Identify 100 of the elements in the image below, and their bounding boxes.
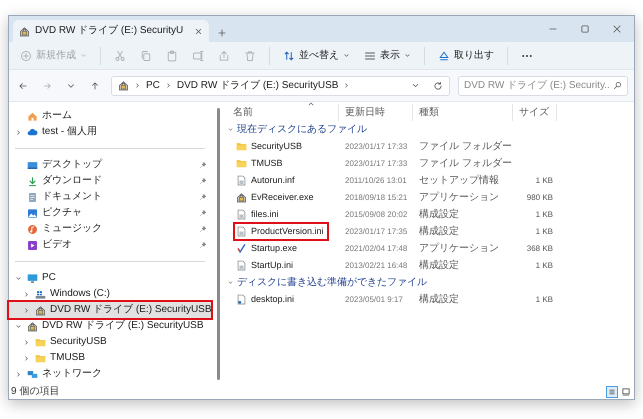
file-name[interactable]: Autorun.inf bbox=[235, 173, 298, 188]
nav-item[interactable]: ビデオ bbox=[9, 237, 211, 253]
file-name[interactable]: ProductVersion.ini bbox=[235, 224, 327, 239]
address-field[interactable]: PC DVD RW ドライブ (E:) SecurityUSB bbox=[111, 76, 450, 96]
file-date: 2023/01/17 17:35 bbox=[344, 226, 408, 238]
group-header[interactable]: 現在ディスクにあるファイル bbox=[227, 121, 634, 138]
file-size: 1 KB bbox=[534, 174, 554, 186]
nav-item[interactable]: ホーム bbox=[9, 108, 211, 124]
column-header[interactable]: 更新日時 bbox=[339, 104, 413, 121]
file-type: 構成設定 bbox=[418, 292, 460, 306]
up-arrow-icon bbox=[90, 80, 100, 90]
file-type: 構成設定 bbox=[418, 258, 460, 272]
folder-icon bbox=[35, 352, 46, 364]
list-icon bbox=[364, 50, 376, 62]
monitor-icon bbox=[27, 272, 38, 284]
close-button[interactable] bbox=[612, 24, 622, 34]
view-button[interactable]: 表示 bbox=[359, 44, 416, 66]
desktop-icon bbox=[27, 160, 38, 170]
caret-icon bbox=[80, 52, 87, 59]
search-icon bbox=[613, 81, 622, 90]
file-date: 2011/10/26 13:01 bbox=[344, 174, 408, 186]
nav-item[interactable]: ネットワーク bbox=[9, 366, 211, 382]
group-header[interactable]: ディスクに書き込む準備ができたファイル bbox=[227, 274, 634, 291]
file-type: 構成設定 bbox=[418, 208, 460, 222]
file-type: アプリケーション bbox=[418, 242, 500, 256]
column-header[interactable]: 名前 bbox=[227, 104, 339, 121]
share-icon bbox=[218, 50, 230, 62]
details-view-button[interactable] bbox=[606, 386, 618, 398]
file-type: ファイル フォルダー bbox=[418, 140, 513, 154]
tiles-view-icon bbox=[621, 386, 631, 396]
nav-item[interactable]: デスクトップ bbox=[9, 157, 211, 173]
file-icon bbox=[236, 209, 247, 220]
file-name[interactable]: desktop.ini bbox=[235, 292, 298, 307]
check-icon bbox=[236, 243, 247, 254]
nav-item[interactable]: SecurityUSB bbox=[9, 334, 211, 350]
file-date: 2023/01/17 17:33 bbox=[344, 158, 408, 170]
file-name[interactable]: StartUp.ini bbox=[235, 258, 296, 273]
folder-icon bbox=[236, 141, 247, 152]
search-field[interactable]: DVD RW ドライブ (E:) Security... bbox=[458, 76, 628, 96]
rename-icon bbox=[192, 50, 204, 62]
file-size: 1 KB bbox=[534, 260, 554, 272]
close-icon bbox=[194, 26, 203, 36]
file-name[interactable]: files.ini bbox=[235, 207, 282, 222]
folder-icon bbox=[35, 336, 46, 348]
sort-button[interactable]: 並べ替え bbox=[278, 44, 355, 66]
lock-icon bbox=[19, 26, 30, 36]
eject-button[interactable]: 取り出す bbox=[433, 44, 499, 66]
nav-item[interactable]: ダウンロード bbox=[9, 173, 211, 189]
folder-icon bbox=[236, 158, 247, 169]
file-name[interactable]: TMUSB bbox=[235, 156, 286, 171]
file-icon bbox=[236, 260, 247, 271]
file-size: 1 KB bbox=[534, 294, 554, 306]
breadcrumb[interactable]: DVD RW ドライブ (E:) SecurityUSB bbox=[176, 78, 338, 93]
plus-icon bbox=[217, 28, 227, 38]
file-size: 1 KB bbox=[534, 208, 554, 220]
file-name[interactable]: SecurityUSB bbox=[235, 139, 306, 154]
file-icon bbox=[236, 294, 247, 305]
nav-item[interactable]: ピクチャ bbox=[9, 205, 211, 221]
clipboard-icon bbox=[166, 50, 178, 62]
back-arrow-icon bbox=[18, 80, 28, 90]
scrollbar[interactable] bbox=[217, 108, 220, 380]
music-icon bbox=[27, 224, 38, 234]
caret-icon bbox=[343, 52, 350, 59]
chevron-down-icon bbox=[411, 81, 420, 90]
nav-item[interactable]: DVD RW ドライブ (E:) SecurityUSB bbox=[9, 302, 211, 318]
file-name[interactable]: Startup.exe bbox=[235, 241, 300, 256]
cloud-icon bbox=[27, 126, 38, 138]
breadcrumb[interactable]: PC bbox=[146, 78, 160, 93]
column-header[interactable]: 種類 bbox=[413, 104, 513, 121]
file-date: 2023/05/01 9:17 bbox=[344, 294, 404, 306]
nav-item[interactable]: DVD RW ドライブ (E:) SecurityUSB bbox=[9, 318, 211, 334]
eject-icon bbox=[438, 50, 450, 62]
maximize-button[interactable] bbox=[580, 24, 590, 34]
forward-arrow-icon bbox=[42, 80, 52, 90]
nav-item[interactable]: ドキュメント bbox=[9, 189, 211, 205]
new-tab-button[interactable] bbox=[217, 28, 227, 38]
plus-circle-icon bbox=[20, 50, 32, 62]
close-icon bbox=[612, 24, 622, 34]
nav-item[interactable]: TMUSB bbox=[9, 350, 211, 366]
home-icon bbox=[27, 110, 38, 122]
file-type: 構成設定 bbox=[418, 224, 460, 238]
scissors-icon bbox=[114, 50, 126, 62]
nav-item[interactable]: PC bbox=[9, 270, 211, 286]
tab[interactable]: DVD RW ドライブ (E:) SecurityU bbox=[13, 20, 209, 42]
chevron-right-icon bbox=[134, 82, 141, 89]
refresh-icon bbox=[433, 80, 443, 90]
nav-item[interactable]: Windows (C:) bbox=[9, 286, 211, 302]
nav-item[interactable]: ミュージック bbox=[9, 221, 211, 237]
caret-icon bbox=[404, 52, 411, 59]
tiles-view-button[interactable] bbox=[620, 386, 632, 398]
file-icon bbox=[236, 175, 247, 186]
item-count: 9 個の項目 bbox=[11, 385, 60, 398]
file-name[interactable]: EvReceiver.exe bbox=[235, 190, 317, 205]
column-header[interactable]: サイズ bbox=[513, 104, 557, 121]
trash-icon bbox=[244, 50, 256, 62]
file-icon bbox=[236, 226, 247, 237]
nav-item[interactable]: test - 個人用 bbox=[9, 124, 211, 140]
file-type: アプリケーション bbox=[418, 190, 500, 204]
chevron-right-icon bbox=[164, 82, 172, 89]
chevron-right-icon bbox=[343, 82, 350, 89]
